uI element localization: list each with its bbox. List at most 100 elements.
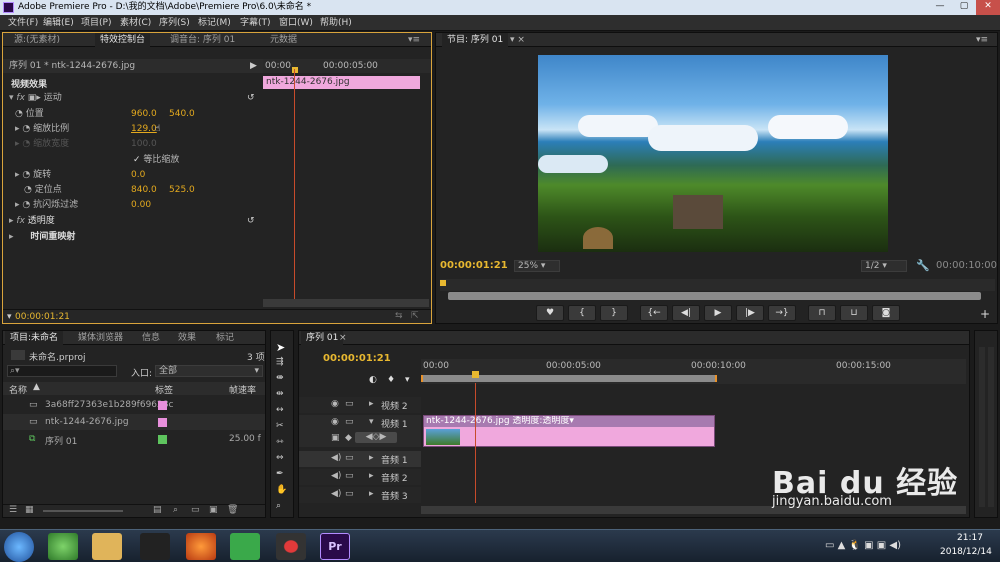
speaker-icon[interactable]: ◀) xyxy=(331,471,341,481)
clock-time[interactable]: 21:17 xyxy=(945,533,995,543)
lock-icon[interactable]: ▭ xyxy=(345,417,354,427)
label-color-swatch[interactable] xyxy=(158,401,167,410)
lock-icon[interactable]: ▭ xyxy=(345,453,354,463)
add-button-icon[interactable]: + xyxy=(980,307,990,321)
prop-value-rotation[interactable]: 0.0 xyxy=(131,168,145,183)
menu-project[interactable]: 项目(P) xyxy=(75,15,117,31)
prop-value-anchor-x[interactable]: 840.0 xyxy=(131,183,157,198)
prop-value-scale[interactable]: 129.0 xyxy=(131,122,157,137)
tab-close-icon[interactable]: × xyxy=(339,331,347,345)
expand-icon[interactable]: ▸ xyxy=(369,471,374,481)
linked-selection-icon[interactable]: ♦ xyxy=(387,375,395,385)
project-search-input[interactable]: ⌕▾ xyxy=(7,365,117,377)
icon-view-icon[interactable]: ▦ xyxy=(25,505,34,515)
lock-icon[interactable]: ▭ xyxy=(345,399,354,409)
tray-icons[interactable]: ▭ ▲ 🐧 ▣ ▣ ◀) xyxy=(825,540,901,551)
ripple-edit-tool-icon[interactable]: ⇼ xyxy=(276,373,284,383)
track-header-v1[interactable]: ◉ ▭ ▾ 视频 1 ▣ ◆ ◀◇▶ xyxy=(299,415,421,447)
panel-menu-icon[interactable]: ▾≡ xyxy=(408,33,420,47)
thumbnail-size-slider[interactable] xyxy=(43,510,123,512)
step-forward-button[interactable]: |▶ xyxy=(736,305,764,321)
timeline-clip[interactable]: ntk-1244-2676.jpg 透明度:透明度▾ xyxy=(423,415,715,447)
uniform-scale-checkbox[interactable]: ✓ 等比缩放 xyxy=(133,153,179,168)
sort-up-icon[interactable]: ▲ xyxy=(33,382,40,392)
clock-date[interactable]: 2018/12/14 xyxy=(940,547,992,557)
premiere-taskbar-icon[interactable]: Pr xyxy=(320,533,350,560)
project-item-row[interactable]: ▭ ntk-1244-2676.jpg xyxy=(3,414,265,430)
track-select-tool-icon[interactable]: ⇶ xyxy=(276,357,284,367)
track-header-a2[interactable]: ◀) ▭ ▸ 音频 2 xyxy=(299,469,421,485)
selection-tool-icon[interactable]: ➤ xyxy=(276,341,285,354)
step-back-button[interactable]: ◀| xyxy=(672,305,700,321)
export-frame-button[interactable]: ◙ xyxy=(872,305,900,321)
program-dropdown-icon[interactable]: ▾ × xyxy=(510,33,525,47)
display-style-icon[interactable]: ▣ xyxy=(331,433,340,443)
menu-window[interactable]: 窗口(W) xyxy=(273,15,319,31)
program-panel-menu-icon[interactable]: ▾≡ xyxy=(976,33,988,47)
column-name[interactable]: 名称 xyxy=(9,383,27,396)
label-color-swatch[interactable] xyxy=(158,435,167,444)
minimize-button[interactable]: — xyxy=(928,0,952,15)
lock-icon[interactable]: ▭ xyxy=(345,471,354,481)
track-header-v2[interactable]: ◉ ▭ ▸ 视频 2 xyxy=(299,397,421,413)
effect-timeline-scrollbar[interactable] xyxy=(263,299,429,307)
menu-edit[interactable]: 编辑(E) xyxy=(37,15,80,31)
stopwatch-icon[interactable]: ◔ xyxy=(22,200,30,210)
tab-source[interactable]: 源:(无素材) xyxy=(9,33,65,47)
tab-media-browser[interactable]: 媒体浏览器 xyxy=(73,331,128,345)
opacity-row[interactable]: ▸ fx 透明度 ↺ xyxy=(9,214,263,229)
slide-tool-icon[interactable]: ⇔ xyxy=(276,453,284,463)
wrench-icon[interactable]: 🔧 xyxy=(916,259,930,272)
keyframe-nav-button[interactable]: ◀◇▶ xyxy=(355,432,397,443)
export-icon[interactable]: ⇱ xyxy=(411,311,419,321)
play-arrow-icon[interactable]: ▶ xyxy=(250,59,257,73)
eye-icon[interactable]: ◉ xyxy=(331,399,339,409)
quality-select[interactable]: 1/2 ▾ xyxy=(861,260,907,272)
expand-icon[interactable]: ▸ xyxy=(369,489,374,499)
speaker-icon[interactable]: ◀) xyxy=(331,453,341,463)
project-item-row[interactable]: ⧉ 序列 01 25.00 f xyxy=(3,431,265,447)
expand-icon[interactable]: ▸ xyxy=(369,399,374,409)
razor-tool-icon[interactable]: ✂ xyxy=(276,421,284,431)
stopwatch-icon[interactable]: ◔ xyxy=(22,170,30,180)
prop-row-rotation[interactable]: ▸ ◔ 旋转 0.0 xyxy=(15,168,263,183)
in-filter-select[interactable]: 全部 ▾ xyxy=(155,365,263,377)
effect-playhead-handle[interactable] xyxy=(292,67,298,73)
find-icon[interactable]: ⌕ xyxy=(173,505,178,515)
maximize-button[interactable]: ▢ xyxy=(952,0,976,15)
loop-icon[interactable]: ⇆ xyxy=(395,311,403,321)
taskbar-app-icon[interactable] xyxy=(48,533,78,560)
program-zoom-bar[interactable] xyxy=(448,292,981,300)
tab-sequence[interactable]: 序列 01 xyxy=(301,331,344,345)
mark-out-button[interactable]: } xyxy=(600,305,628,321)
play-small-icon[interactable]: ▾ xyxy=(7,312,12,322)
record-icon[interactable] xyxy=(276,533,306,560)
rate-stretch-tool-icon[interactable]: ↔ xyxy=(276,405,284,415)
prop-value-x[interactable]: 960.0 xyxy=(131,107,157,122)
menu-help[interactable]: 帮助(H) xyxy=(314,15,358,31)
prop-row-anchor[interactable]: ◔ 定位点 840.0 525.0 xyxy=(15,183,263,198)
column-label[interactable]: 标签 xyxy=(155,383,173,396)
track-header-a3[interactable]: ◀) ▭ ▸ 音频 3 xyxy=(299,487,421,503)
tab-project[interactable]: 项目:未命名 xyxy=(5,331,64,345)
timeline-ruler[interactable]: 00:00 00:00:05:00 00:00:10:00 00:00:15:0… xyxy=(421,359,966,384)
prop-row-position[interactable]: ◔ 位置 960.0 540.0 xyxy=(15,107,263,122)
column-framerate[interactable]: 帧速率 xyxy=(229,383,256,396)
pen-tool-icon[interactable]: ✒ xyxy=(276,469,284,479)
add-marker-button[interactable]: ♥ xyxy=(536,305,564,321)
media-player-icon[interactable] xyxy=(230,533,260,560)
program-time-ruler[interactable] xyxy=(440,279,995,291)
effect-timeline-ruler[interactable]: 00:00 00:00:05:00 xyxy=(263,59,431,73)
stopwatch-icon[interactable]: ◔ xyxy=(15,109,23,119)
list-view-icon[interactable]: ☰ xyxy=(9,505,17,515)
prop-value-anchor-y[interactable]: 525.0 xyxy=(169,183,195,198)
menu-sequence[interactable]: 序列(S) xyxy=(153,15,196,31)
rolling-edit-tool-icon[interactable]: ⇹ xyxy=(276,389,284,399)
project-item-row[interactable]: ▭ 3a68ff27363e1b289f69628c xyxy=(3,397,265,413)
expand-icon[interactable]: ▸ xyxy=(369,453,374,463)
new-item-icon[interactable]: ▣ xyxy=(209,505,218,515)
reset-icon[interactable]: ↺ xyxy=(247,91,255,106)
tab-markers[interactable]: 标记 xyxy=(211,331,239,345)
time-remap-row[interactable]: ▸ 时间重映射 xyxy=(9,230,263,245)
prop-value-y[interactable]: 540.0 xyxy=(169,107,195,122)
